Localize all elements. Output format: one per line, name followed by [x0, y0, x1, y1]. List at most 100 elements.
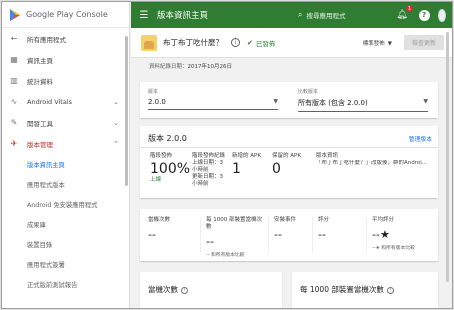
sidebar-item-label: Android Vitals: [27, 97, 73, 106]
sidebar-item-label: 所有應用程式: [27, 35, 66, 44]
sidebar-item-all-apps[interactable]: ← 所有應用程式: [2, 28, 129, 49]
sidebar-item-release-management[interactable]: ✈ 版本管理 ⌃: [2, 133, 129, 154]
browser-window: Google Play Console ← 所有應用程式 ▦ 資訊主頁 ▥ 統計…: [1, 1, 453, 309]
sidebar-item-label: 版本管理: [27, 140, 53, 149]
release-notes-label: 版本資訊: [316, 153, 339, 159]
track-selector[interactable]: 標準發佈 ▼: [360, 39, 392, 47]
brand-console: Console: [75, 10, 108, 19]
version-title: 版本 2.0.0: [148, 134, 187, 143]
card-title-text: 當機次數: [148, 285, 178, 294]
stat-crashes-per-1000: 每 1000 部裝置當機次數 -- -- 和所有版本比較: [206, 217, 266, 258]
account-button[interactable]: [438, 7, 452, 23]
sidebar-item-stats[interactable]: ▥ 統計資料: [2, 70, 129, 91]
sidebar-item-label: 開發工具: [27, 119, 53, 128]
sidebar-item-label: 統計資料: [27, 77, 53, 86]
sidebar-header[interactable]: Google Play Console: [2, 2, 129, 28]
compare-select-label: 比較版本: [298, 89, 319, 95]
help-icon[interactable]: ?: [386, 286, 394, 294]
stat-value: --: [206, 235, 214, 248]
dashboard-icon: ▦: [10, 55, 18, 64]
retained-apk-column: 保留的 APK 0: [272, 153, 301, 177]
stat-ratings: 評分 --: [318, 217, 329, 241]
dropdown-arrow-icon: ▼: [423, 98, 428, 105]
help-button[interactable]: ?: [416, 7, 432, 23]
sidebar-item-android-vitals[interactable]: ∿ Android Vitals ⌄: [2, 91, 129, 112]
updated-value: 2017年10月26日: [187, 64, 233, 70]
rollout-history-column: 階段發佈紀錄 上線日期：3 小時前 更新日期：3 小時前: [192, 153, 225, 188]
data-updated-date: 資料紀錄日期：2017年10月26日: [149, 62, 232, 70]
app-name: 布丁布丁吃什麼？: [163, 38, 223, 47]
release-date-suffix: 小時前: [192, 167, 209, 173]
retained-apk-count: 0: [272, 161, 281, 177]
version-select[interactable]: 版本 2.0.0 ▼: [148, 88, 278, 110]
version-selector-card: 版本 2.0.0 ▼ 比較版本 所有版本 (包含 2.0.0) ▼: [140, 82, 438, 118]
check-update-button[interactable]: 檢查更新: [404, 35, 444, 50]
sidebar-item-dev-tools[interactable]: ✎ 開發工具 ⌄: [2, 112, 129, 133]
app-header: 布丁布丁吃什麼？ i ✔ 已發佈 標準發佈 ▼ 檢查更新: [131, 28, 452, 58]
bell-icon: 🔔︎: [396, 10, 408, 20]
stat-label: 平均評分: [372, 217, 395, 223]
menu-icon[interactable]: ☰: [131, 10, 157, 21]
select-underline: [298, 111, 428, 112]
updated-label: 資料紀錄日期：: [149, 64, 188, 70]
track-selector-label: 標準發佈: [362, 40, 385, 47]
stat-value: --: [318, 228, 326, 241]
card-title: 當機次數?: [148, 284, 188, 295]
stat-compare-note: --★ 和所有版本比較: [372, 246, 415, 251]
release-notes-column: 版本資訊 「布丁布丁吃什麼？」改版後，群的Androi...: [316, 153, 432, 167]
sidebar: Google Play Console ← 所有應用程式 ▦ 資訊主頁 ▥ 統計…: [2, 2, 130, 308]
info-icon[interactable]: i: [231, 38, 240, 47]
stat-installs: 安裝事件 --: [274, 217, 296, 241]
card-title-text: 每 1000 部裝置當機次數: [300, 285, 384, 294]
divider: [200, 217, 201, 253]
help-icon[interactable]: ?: [181, 286, 188, 294]
sidebar-subitem-artifact-library[interactable]: 成果庫: [2, 214, 129, 234]
sidebar-subitem-app-signing[interactable]: 應用程式簽署: [2, 254, 129, 274]
compare-version-select[interactable]: 比較版本 所有版本 (包含 2.0.0) ▼: [298, 88, 428, 112]
version-select-value: 2.0.0: [148, 98, 166, 106]
version-summary-card: 版本 2.0.0 管理版本 階段發佈 100% 上線 階段發佈紀錄 上線日期：3…: [140, 126, 438, 198]
rollout-status: 上線: [150, 177, 162, 183]
main-scrollbar[interactable]: [446, 32, 449, 282]
sidebar-scrollbar[interactable]: [125, 36, 128, 186]
new-apk-column: 新增的 APK 1: [232, 153, 261, 177]
chevron-down-icon: ⌄: [113, 97, 119, 106]
dev-tools-icon: ✎: [10, 118, 18, 127]
stat-value: --★: [372, 228, 390, 241]
google-play-logo-icon: [10, 8, 20, 21]
page-title: 版本資訊主頁: [157, 11, 209, 21]
help-icon: ?: [418, 9, 430, 21]
divider: [268, 217, 269, 253]
divider: [312, 217, 313, 253]
sidebar-item-dashboard[interactable]: ▦ 資訊主頁: [2, 49, 129, 70]
sidebar-subitem-device-catalog[interactable]: 裝置目錄: [2, 234, 129, 254]
search-input[interactable]: 搜尋應用程式: [306, 10, 345, 20]
dropdown-arrow-icon: ▼: [273, 98, 278, 105]
stat-crashes: 當機次數 --: [148, 217, 170, 241]
divider: [140, 147, 438, 148]
avatar: [438, 8, 446, 22]
brand-name: Google Play: [26, 10, 74, 19]
crashes-per-1000-chart-card: 每 1000 部裝置當機次數?: [292, 272, 438, 308]
rollout-label: 階段發佈: [150, 153, 173, 159]
compare-select-value: 所有版本 (包含 2.0.0): [298, 99, 368, 107]
sidebar-subitem-app-releases[interactable]: 應用程式版本: [2, 174, 129, 194]
dropdown-arrow-icon: ▼: [387, 40, 392, 47]
release-date: 上線日期：3: [192, 160, 223, 166]
sidebar-subitem-prelaunch-report[interactable]: 正式版前測試報告: [2, 274, 129, 294]
publish-status: 已發佈: [255, 39, 276, 48]
update-date-suffix: 小時前: [192, 181, 209, 187]
manage-version-link[interactable]: 管理版本: [409, 134, 432, 143]
stat-compare-note: -- 和所有版本比較: [206, 253, 245, 258]
top-app-bar: ☰ 版本資訊主頁 ⌕ 搜尋應用程式 🔔︎ 1 ?: [131, 2, 452, 28]
notifications-button[interactable]: 🔔︎ 1: [394, 5, 413, 23]
update-date: 更新日期：3: [192, 174, 223, 180]
stats-icon: ▥: [10, 76, 18, 85]
crashes-chart-card: 當機次數?: [140, 272, 282, 308]
stats-card: 當機次數 -- 每 1000 部裝置當機次數 -- -- 和所有版本比較 安裝事…: [140, 209, 438, 261]
card-title: 每 1000 部裝置當機次數?: [300, 284, 394, 295]
sidebar-subitem-release-dashboard[interactable]: 版本資訊主頁: [2, 154, 129, 174]
sidebar-subitem-instant-apps[interactable]: Android 免安裝應用程式: [2, 194, 129, 214]
stat-label: 每 1000 部裝置當機次數: [206, 217, 262, 230]
search-bar[interactable]: ⌕ 搜尋應用程式: [298, 10, 388, 20]
